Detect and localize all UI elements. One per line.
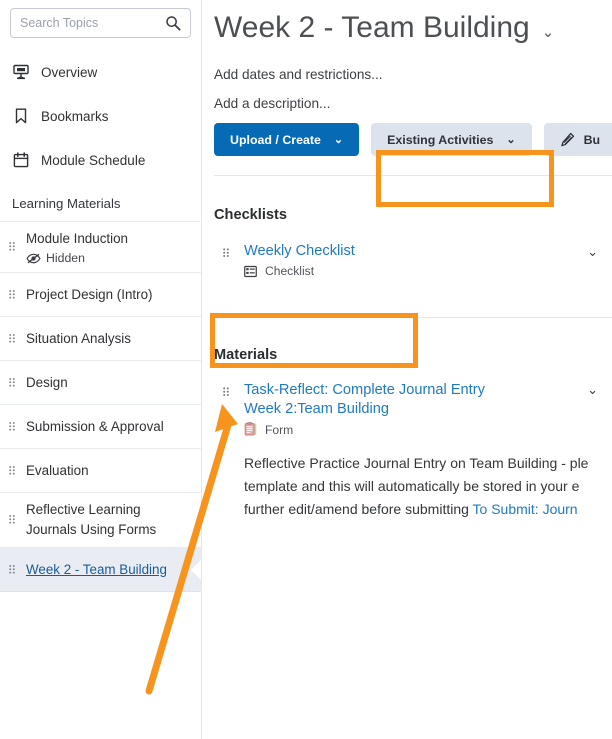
search-input[interactable]: Search Topics — [10, 8, 191, 38]
sidebar-topic-body: Situation Analysis — [26, 322, 191, 356]
section-divider-top — [214, 175, 612, 176]
sidebar-topic-week-2-team-building[interactable]: Week 2 - Team Building — [0, 548, 201, 592]
sidebar-topic-title: Evaluation — [26, 461, 191, 481]
sidebar-topic-body: Submission & Approval — [26, 410, 191, 444]
bulk-edit-button[interactable]: Bu — [544, 123, 612, 156]
sidebar: Search Topics — [0, 0, 202, 739]
sidebar-topic-title[interactable]: Week 2 - Team Building — [26, 560, 191, 580]
sidebar-topic-list: Module Induction Hidden — [0, 221, 201, 592]
drag-handle-icon[interactable] — [6, 419, 18, 435]
material-description-inline-link[interactable]: To Submit: Journ — [473, 501, 578, 517]
add-description-link[interactable]: Add a description... — [214, 96, 612, 111]
checklist-item-type: Checklist — [244, 264, 569, 278]
sidebar-item-overview[interactable]: Overview — [0, 50, 201, 94]
page-title: Week 2 - Team Building — [214, 8, 530, 48]
materials-heading: Materials — [214, 347, 612, 363]
add-dates-restrictions-link[interactable]: Add dates and restrictions... — [214, 67, 612, 82]
material-item-link-line2[interactable]: Week 2:Team Building — [244, 400, 569, 419]
sidebar-topic-project-design-intro[interactable]: Project Design (Intro) — [0, 273, 201, 317]
material-item-chevron-down-icon[interactable]: ⌄ — [569, 381, 612, 398]
sidebar-item-bookmarks-label: Bookmarks — [41, 109, 109, 124]
form-clipboard-icon — [244, 422, 257, 437]
drag-handle-icon[interactable] — [6, 331, 18, 347]
sidebar-topic-status-label: Hidden — [46, 251, 85, 265]
calendar-icon — [12, 151, 30, 169]
existing-activities-label: Existing Activities — [387, 133, 493, 147]
material-item-type-label: Form — [265, 423, 293, 437]
upload-create-label: Upload / Create — [230, 133, 321, 147]
material-description-line-3-text: further edit/amend before submitting — [244, 501, 473, 517]
sidebar-topic-title: Design — [26, 373, 191, 393]
search-icon[interactable] — [165, 15, 181, 31]
section-divider-middle — [214, 317, 612, 318]
material-item-link-line1[interactable]: Task-Reflect: Complete Journal Entry — [244, 381, 569, 400]
sidebar-topic-body: Evaluation — [26, 454, 191, 488]
drag-handle-icon[interactable] — [6, 239, 18, 255]
sidebar-topic-submission-approval[interactable]: Submission & Approval — [0, 405, 201, 449]
checklist-item-type-label: Checklist — [265, 264, 314, 278]
drag-handle-icon[interactable] — [222, 381, 234, 406]
sidebar-topic-status: Hidden — [26, 251, 191, 265]
drag-handle-icon[interactable] — [6, 512, 18, 528]
drag-handle-icon[interactable] — [6, 463, 18, 479]
sidebar-topic-situation-analysis[interactable]: Situation Analysis — [0, 317, 201, 361]
material-description-line-3: further edit/amend before submitting To … — [244, 498, 612, 521]
page-title-row: Week 2 - Team Building ⌄ — [214, 0, 612, 53]
action-button-row: Upload / Create ⌄ Existing Activities ⌄ … — [214, 123, 612, 156]
sidebar-topic-body: Project Design (Intro) — [26, 278, 191, 312]
material-description: Reflective Practice Journal Entry on Tea… — [214, 452, 612, 521]
sidebar-item-module-schedule-label: Module Schedule — [41, 153, 145, 168]
sidebar-item-module-schedule[interactable]: Module Schedule — [0, 138, 201, 182]
sidebar-topic-title: Project Design (Intro) — [26, 285, 191, 305]
chevron-down-icon: ⌄ — [334, 133, 343, 146]
sidebar-topic-title: Reflective Learning Journals Using Forms — [26, 500, 191, 540]
checklist-icon — [244, 265, 257, 278]
material-item-main: Task-Reflect: Complete Journal Entry Wee… — [244, 381, 569, 437]
sidebar-topic-design[interactable]: Design — [0, 361, 201, 405]
sidebar-topic-body: Design — [26, 366, 191, 400]
bookmark-icon — [12, 107, 30, 125]
sidebar-topic-body: Reflective Learning Journals Using Forms — [26, 493, 191, 547]
checklist-item-main: Weekly Checklist Checklist — [244, 242, 569, 278]
upload-create-button[interactable]: Upload / Create ⌄ — [214, 123, 359, 156]
search-topics-container: Search Topics — [0, 0, 201, 38]
overview-projector-icon — [12, 63, 30, 81]
existing-activities-button[interactable]: Existing Activities ⌄ — [371, 123, 532, 156]
sidebar-topic-title: Situation Analysis — [26, 329, 191, 349]
drag-handle-icon[interactable] — [222, 242, 234, 267]
sidebar-topic-module-induction[interactable]: Module Induction Hidden — [0, 222, 201, 273]
checklist-item-chevron-down-icon[interactable]: ⌄ — [569, 242, 612, 260]
sidebar-item-overview-label: Overview — [41, 65, 97, 80]
pencil-edit-icon — [560, 132, 575, 147]
material-item-type: Form — [244, 422, 569, 437]
main-content: Week 2 - Team Building ⌄ Add dates and r… — [202, 0, 612, 739]
material-description-line-1: Reflective Practice Journal Entry on Tea… — [244, 452, 612, 475]
page-root: Search Topics — [0, 0, 612, 739]
sidebar-nav: Overview Bookmarks — [0, 50, 201, 182]
eye-slash-icon — [26, 253, 41, 264]
sidebar-topic-evaluation[interactable]: Evaluation — [0, 449, 201, 493]
checklists-heading: Checklists — [214, 207, 612, 223]
material-item-row[interactable]: Task-Reflect: Complete Journal Entry Wee… — [214, 381, 612, 437]
material-description-line-2: template and this will automatically be … — [244, 475, 612, 498]
drag-handle-icon[interactable] — [6, 562, 18, 578]
search-input-placeholder: Search Topics — [20, 9, 98, 37]
drag-handle-icon[interactable] — [6, 287, 18, 303]
bulk-edit-label: Bu — [584, 133, 601, 147]
chevron-down-icon: ⌄ — [506, 133, 515, 146]
page-title-chevron-down-icon[interactable]: ⌄ — [542, 13, 555, 53]
sidebar-topic-body: Module Induction Hidden — [26, 222, 191, 272]
sidebar-section-label: Learning Materials — [0, 182, 201, 221]
sidebar-topic-title: Submission & Approval — [26, 417, 191, 437]
sidebar-item-bookmarks[interactable]: Bookmarks — [0, 94, 201, 138]
sidebar-topic-title: Module Induction — [26, 229, 191, 249]
weekly-checklist-link[interactable]: Weekly Checklist — [244, 242, 569, 261]
checklist-item-row[interactable]: Weekly Checklist Checklist ⌄ — [214, 242, 612, 278]
sidebar-topic-body: Week 2 - Team Building — [26, 553, 191, 587]
sidebar-topic-reflective-learning-journals[interactable]: Reflective Learning Journals Using Forms — [0, 493, 201, 548]
drag-handle-icon[interactable] — [6, 375, 18, 391]
